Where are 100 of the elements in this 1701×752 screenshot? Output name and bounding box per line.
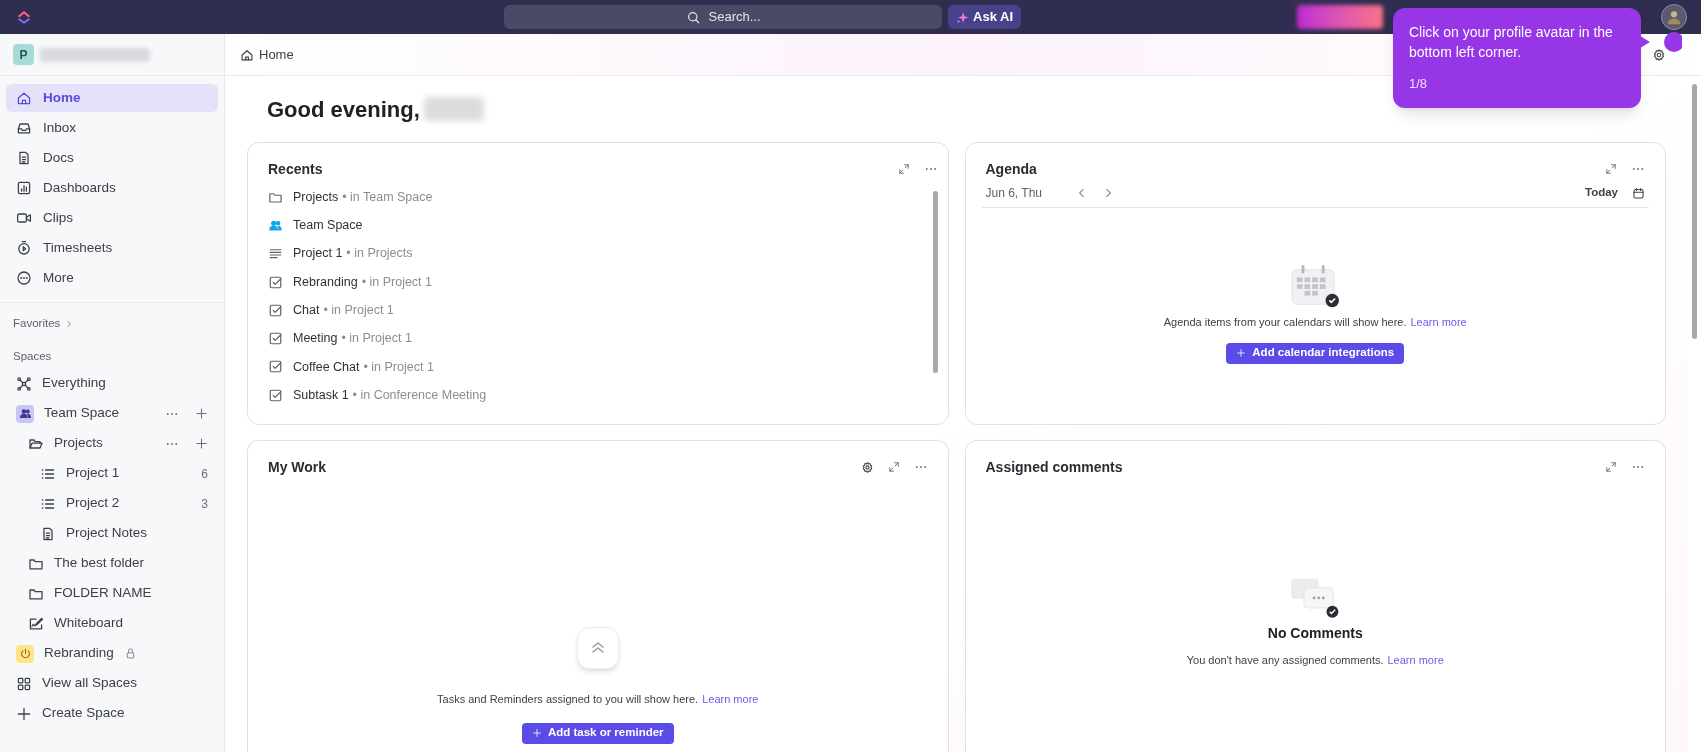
grid-icon — [16, 675, 32, 692]
recent-location: • in Projects — [346, 245, 413, 263]
add-task-button[interactable]: Add task or reminder — [521, 722, 674, 744]
checkbox-icon — [268, 274, 283, 290]
nav-item[interactable]: Home — [6, 84, 218, 112]
space-item[interactable]: Everything — [6, 369, 218, 398]
scrollbar[interactable] — [932, 191, 938, 373]
expand-icon[interactable] — [1605, 163, 1617, 175]
card-title: Agenda — [985, 159, 1037, 179]
empty-message: You don't have any assigned comments. — [1186, 653, 1384, 668]
expand-icon[interactable] — [1605, 461, 1617, 473]
space-item[interactable]: Rebranding — [6, 639, 218, 668]
recent-name: Team Space — [293, 217, 363, 235]
recent-item[interactable]: Projects • in Team Space — [268, 183, 933, 212]
checkbox-icon — [268, 302, 283, 318]
recent-item[interactable]: Project 1 • in Projects — [268, 239, 933, 268]
expand-icon[interactable] — [897, 163, 910, 175]
search-field[interactable]: Search... — [504, 5, 942, 29]
checkbox-icon — [268, 359, 283, 375]
space-item[interactable]: Create Space — [6, 699, 218, 728]
space-item[interactable]: Project Notes — [6, 519, 218, 548]
space-item[interactable]: Whiteboard — [6, 609, 218, 638]
checkbox-icon — [268, 387, 283, 403]
item-count: 3 — [201, 495, 208, 513]
nav-item[interactable]: Clips — [6, 204, 218, 232]
person-icon — [1665, 8, 1683, 26]
recent-location: • in Conference Meeting — [352, 386, 487, 404]
search-icon — [685, 9, 701, 25]
blurred-user-name — [423, 97, 484, 121]
card-title: Assigned comments — [985, 457, 1123, 477]
recent-location: • in Project 1 — [323, 301, 394, 319]
more-icon — [16, 270, 32, 286]
home-icon — [16, 90, 32, 106]
learn-more-link[interactable]: Learn more — [1410, 314, 1467, 331]
nav-item[interactable]: More — [6, 264, 218, 292]
recent-name: Chat — [293, 301, 320, 319]
learn-more-link[interactable]: Learn more — [1387, 652, 1444, 669]
space-label: Project 1 — [66, 464, 120, 483]
calendar-icon[interactable] — [1632, 186, 1645, 200]
bar-chart-icon — [16, 180, 32, 196]
space-label: Rebranding — [44, 644, 114, 663]
logo-icon[interactable] — [16, 9, 32, 25]
recent-name: Project 1 — [293, 245, 343, 263]
expand-icon[interactable] — [887, 461, 900, 473]
scrollbar[interactable] — [1692, 84, 1697, 339]
recent-name: Meeting — [293, 330, 338, 348]
recent-item[interactable]: Rebranding • in Project 1 — [268, 267, 933, 297]
tooltip-text: Click on your profile avatar in the bottom left corner. — [1409, 23, 1614, 62]
agenda-date: Jun 6, Thu — [985, 185, 1043, 202]
today-button[interactable]: Today — [1585, 184, 1618, 202]
recent-item[interactable]: Meeting • in Project 1 — [268, 324, 933, 353]
space-label: View all Spaces — [42, 674, 138, 693]
space-item[interactable]: Projects — [6, 429, 218, 458]
space-label: Projects — [54, 434, 103, 453]
recent-location: • in Project 1 — [361, 273, 433, 291]
recent-name: Coffee Chat — [293, 358, 360, 376]
space-item[interactable]: Team Space — [6, 399, 218, 428]
space-item[interactable]: Project 2 3 — [6, 489, 218, 518]
profile-avatar[interactable] — [1661, 4, 1687, 30]
nav-item[interactable]: Inbox — [6, 114, 218, 142]
settings-icon[interactable] — [1652, 47, 1666, 62]
card-title: My Work — [268, 457, 327, 477]
recent-item[interactable]: Team Space — [268, 211, 933, 240]
whiteboard-icon — [28, 615, 44, 632]
nav-item[interactable]: Timesheets — [6, 234, 218, 262]
space-item[interactable]: The best folder — [6, 549, 218, 578]
spaces-heading: Spaces — [12, 349, 53, 365]
space-label: Whiteboard — [54, 614, 124, 633]
breadcrumb[interactable]: Home — [259, 44, 294, 65]
recent-item[interactable]: Chat • in Project 1 — [268, 296, 933, 325]
recent-location: • in Project 1 — [363, 358, 434, 376]
space-item[interactable]: FOLDER NAME — [6, 579, 218, 608]
recent-name: Subtask 1 — [293, 386, 349, 404]
ask-ai-button[interactable]: Ask AI — [948, 5, 1021, 29]
inbox-icon — [16, 120, 32, 136]
space-item[interactable]: View all Spaces — [6, 669, 218, 698]
video-camera-icon — [16, 210, 32, 226]
space-label: Team Space — [44, 404, 120, 423]
document-icon — [16, 150, 32, 166]
plus-icon[interactable] — [195, 437, 208, 450]
recent-name: Rebranding — [293, 273, 358, 291]
nav-item[interactable]: Docs — [6, 144, 218, 172]
space-item[interactable]: Project 1 6 — [6, 459, 218, 488]
nav-item[interactable]: Dashboards — [6, 174, 218, 202]
recent-location: • in Project 1 — [341, 330, 412, 348]
plus-icon — [16, 705, 32, 722]
settings-icon[interactable] — [860, 460, 874, 474]
plus-icon[interactable] — [195, 407, 208, 420]
recent-item[interactable]: Coffee Chat • in Project 1 — [268, 352, 933, 382]
sparkle-icon — [956, 10, 969, 24]
space-label: Everything — [42, 374, 106, 393]
add-calendar-button[interactable]: Add calendar integrations — [1226, 342, 1405, 364]
favorites-heading[interactable]: Favorites — [13, 315, 61, 333]
learn-more-link[interactable]: Learn more — [702, 691, 759, 708]
greeting: Good evening, — [267, 95, 420, 124]
space-label: Project 2 — [66, 494, 120, 513]
empty-message: Tasks and Reminders assigned to you will show here. — [437, 692, 699, 707]
workspace-badge[interactable]: P — [13, 44, 34, 65]
recent-item[interactable]: Subtask 1 • in Conference Meeting — [268, 381, 933, 410]
tooltip-step: 1/8 — [1409, 74, 1625, 94]
